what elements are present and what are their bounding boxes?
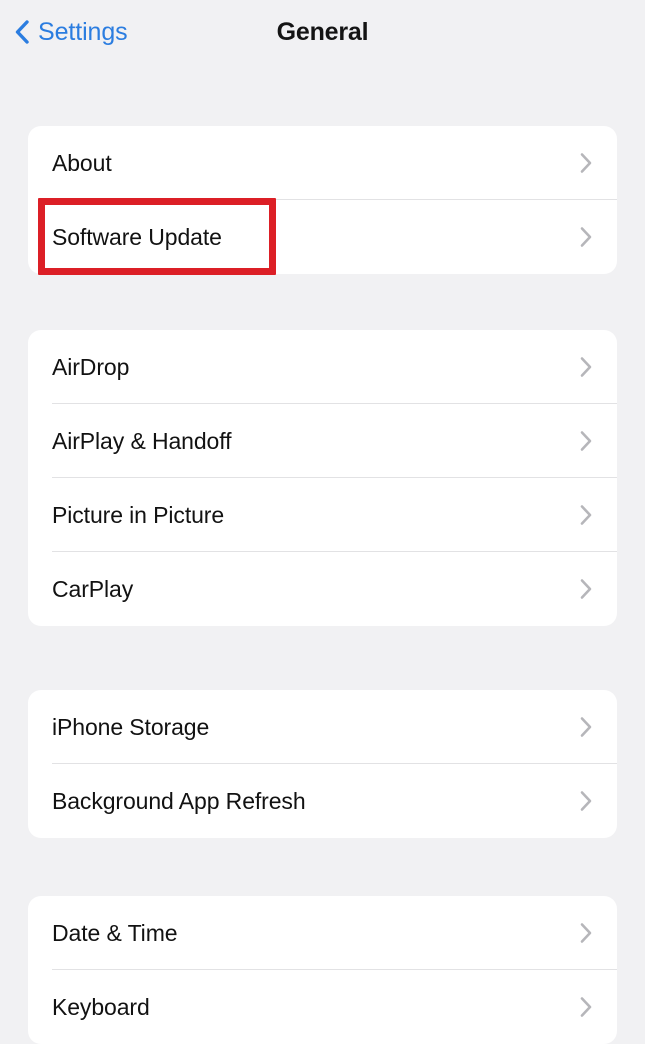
settings-row-label: Picture in Picture <box>52 501 225 528</box>
settings-row-label: CarPlay <box>52 575 134 602</box>
settings-row-picture-in-picture[interactable]: Picture in Picture <box>28 478 617 552</box>
page-title: General <box>276 18 369 46</box>
settings-group-connectivity: AirDrop AirPlay & Handoff Picture in Pic… <box>28 330 617 626</box>
settings-row-carplay[interactable]: CarPlay <box>28 552 617 626</box>
settings-group-storage: iPhone Storage Background App Refresh <box>28 690 617 838</box>
settings-row-label: Background App Refresh <box>52 787 306 814</box>
settings-row-label: AirPlay & Handoff <box>52 427 232 454</box>
settings-group-system-prefs: Date & Time Keyboard <box>28 896 617 1044</box>
settings-row-background-app-refresh[interactable]: Background App Refresh <box>28 764 617 838</box>
settings-row-label: Date & Time <box>52 919 178 946</box>
settings-row-keyboard[interactable]: Keyboard <box>28 970 617 1044</box>
chevron-right-icon <box>580 153 592 174</box>
settings-row-about[interactable]: About <box>28 126 617 200</box>
chevron-right-icon <box>580 791 592 812</box>
chevron-right-icon <box>580 505 592 526</box>
settings-row-label: Keyboard <box>52 993 150 1020</box>
settings-row-airdrop[interactable]: AirDrop <box>28 330 617 404</box>
chevron-right-icon <box>580 431 592 452</box>
chevron-right-icon <box>580 227 592 248</box>
chevron-right-icon <box>580 357 592 378</box>
settings-row-label: About <box>52 149 112 176</box>
chevron-right-icon <box>580 923 592 944</box>
settings-row-date-time[interactable]: Date & Time <box>28 896 617 970</box>
settings-row-label: AirDrop <box>52 353 130 380</box>
chevron-right-icon <box>580 717 592 738</box>
settings-row-airplay-handoff[interactable]: AirPlay & Handoff <box>28 404 617 478</box>
navigation-bar: Settings General <box>0 0 645 92</box>
settings-row-label: iPhone Storage <box>52 713 210 740</box>
settings-row-iphone-storage[interactable]: iPhone Storage <box>28 690 617 764</box>
settings-row-software-update[interactable]: Software Update <box>28 200 617 274</box>
settings-group-system-info: About Software Update <box>28 126 617 274</box>
chevron-right-icon <box>580 579 592 600</box>
settings-row-label: Software Update <box>52 223 222 250</box>
chevron-right-icon <box>580 997 592 1018</box>
settings-general-screen: Settings General About Software Update A… <box>0 0 645 1044</box>
